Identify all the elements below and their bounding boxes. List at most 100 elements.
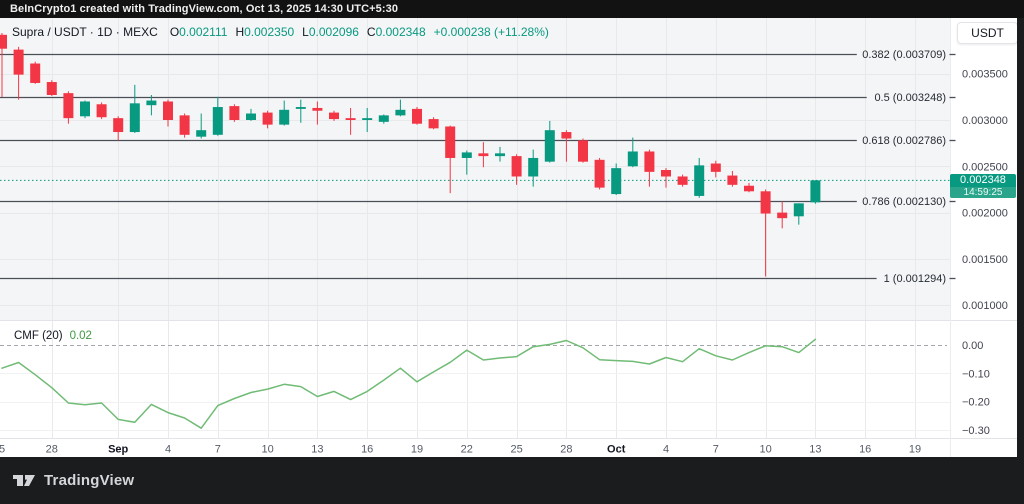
candle-body[interactable] [727, 176, 737, 185]
candle-body[interactable] [30, 64, 40, 83]
candle-body[interactable] [445, 126, 455, 157]
candle-body[interactable] [578, 140, 588, 161]
candle-body[interactable] [246, 114, 256, 120]
candle-body[interactable] [80, 101, 90, 116]
candle-body[interactable] [462, 152, 472, 158]
candle-body[interactable] [213, 107, 223, 135]
candle-body[interactable] [379, 115, 389, 121]
bar-countdown: 14:59:25 [950, 187, 1016, 198]
cmf-pane-background[interactable] [0, 320, 950, 438]
close-label: C [367, 25, 376, 39]
fib-level-label: 0.382 (0.003709) [862, 49, 946, 61]
candle-body[interactable] [429, 119, 439, 128]
candle-body[interactable] [512, 156, 522, 176]
footer-bar: TradingView [0, 457, 1024, 504]
fib-level-label: 0.618 (0.002786) [862, 135, 946, 147]
high-pair: H0.002350 [235, 25, 294, 39]
open-value: 0.002111 [179, 25, 227, 39]
candle-body[interactable] [113, 118, 123, 132]
price-pane-background[interactable] [0, 18, 950, 320]
tradingview-logo[interactable]: TradingView [12, 472, 134, 489]
tradingview-logo-icon [12, 472, 36, 489]
candle-body[interactable] [196, 130, 206, 136]
open-label: O [170, 25, 179, 39]
candle-body[interactable] [395, 110, 405, 116]
candle-body[interactable] [661, 170, 671, 176]
candle-body[interactable] [694, 165, 704, 196]
candle-body[interactable] [47, 82, 57, 95]
attribution-text: BeInCrypto1 created with TradingView.com… [10, 3, 398, 15]
cmf-tick-label: −0.10 [962, 368, 990, 380]
candle-body[interactable] [362, 118, 372, 120]
cmf-tick-label: 0.00 [962, 340, 983, 352]
candle-body[interactable] [761, 191, 771, 213]
attribution-bar: BeInCrypto1 created with TradingView.com… [0, 0, 1024, 18]
time-tick-label: 5 [0, 444, 5, 456]
logo-glyph-1 [13, 475, 23, 486]
candle-body[interactable] [279, 110, 289, 125]
tradingview-chart-screenshot: 0.382 (0.003709) 0.5 (0.003248) 0.618 (0.0… [0, 0, 1024, 504]
time-axis[interactable]: 528Sep4710131619222528Oct4710131619 [0, 444, 921, 456]
fib-level-label: 1 (0.001294) [884, 273, 946, 285]
candle-body[interactable] [611, 168, 621, 194]
candle-body[interactable] [810, 180, 820, 202]
candle-body[interactable] [412, 109, 422, 124]
chart-canvas[interactable]: 0.382 (0.003709) 0.5 (0.003248) 0.618 (0.0… [0, 0, 1024, 504]
high-label: H [235, 25, 244, 39]
candle-body[interactable] [744, 186, 754, 192]
fib-level-label: 0.5 (0.003248) [874, 92, 946, 104]
close-value: 0.002348 [376, 25, 426, 39]
candle-body[interactable] [711, 164, 721, 172]
price-tick-label: 0.001000 [962, 300, 1008, 312]
candle-body[interactable] [561, 132, 571, 138]
logo-glyph-7 [24, 475, 35, 486]
cmf-tick-label: −0.20 [962, 397, 990, 409]
candle-body[interactable] [296, 107, 306, 109]
price-tick-label: 0.003500 [962, 69, 1008, 81]
symbol-legend: Supra / USDT · 1D · MEXCO0.002111H0.0023… [12, 25, 549, 39]
time-tick-label: 4 [663, 444, 669, 456]
high-value: 0.002350 [244, 25, 294, 39]
candle-body[interactable] [63, 93, 73, 118]
symbol-title[interactable]: Supra / USDT · 1D · MEXC [12, 25, 158, 39]
candle-body[interactable] [794, 203, 804, 216]
close-pair: C0.002348 [367, 25, 426, 39]
candle-body[interactable] [346, 118, 356, 120]
time-tick-label: 4 [165, 444, 171, 456]
candle-body[interactable] [312, 108, 322, 111]
candle-body[interactable] [97, 104, 107, 117]
time-tick-label: 16 [859, 444, 871, 456]
candle-body[interactable] [146, 101, 156, 106]
candle-body[interactable] [628, 151, 638, 166]
candle-body[interactable] [263, 113, 273, 125]
candle-body[interactable] [678, 176, 688, 184]
candle-body[interactable] [495, 153, 505, 156]
time-tick-label: 7 [713, 444, 719, 456]
indicator-title[interactable]: CMF (20) [14, 330, 63, 342]
candle-body[interactable] [478, 153, 488, 156]
time-tick-label: 10 [261, 444, 273, 456]
candle-body[interactable] [528, 158, 538, 177]
time-tick-label: 25 [510, 444, 522, 456]
indicator-legend: CMF (20)0.02 [14, 330, 92, 342]
candle-body[interactable] [0, 35, 7, 49]
candle-body[interactable] [163, 101, 173, 120]
candle-body[interactable] [229, 106, 239, 120]
right-edge-strip [1017, 0, 1024, 504]
candle-body[interactable] [777, 213, 787, 219]
candle-body[interactable] [180, 115, 190, 134]
currency-badge: USDT [957, 22, 1018, 44]
candle-body[interactable] [545, 130, 555, 161]
candle-body[interactable] [329, 113, 339, 119]
candle-body[interactable] [14, 50, 24, 75]
time-tick-label: 22 [461, 444, 473, 456]
price-tick-label: 0.002500 [962, 161, 1008, 173]
candle-body[interactable] [644, 151, 654, 171]
candle-body[interactable] [130, 103, 140, 132]
last-price-value: 0.002348 [950, 174, 1016, 187]
time-tick-label: Oct [607, 444, 626, 456]
candle-body[interactable] [595, 160, 605, 188]
low-pair: L0.002096 [302, 25, 359, 39]
time-tick-label: Sep [108, 444, 128, 456]
price-axis[interactable]: 0.0035000.0030000.0025000.0020000.001500… [962, 69, 1008, 437]
